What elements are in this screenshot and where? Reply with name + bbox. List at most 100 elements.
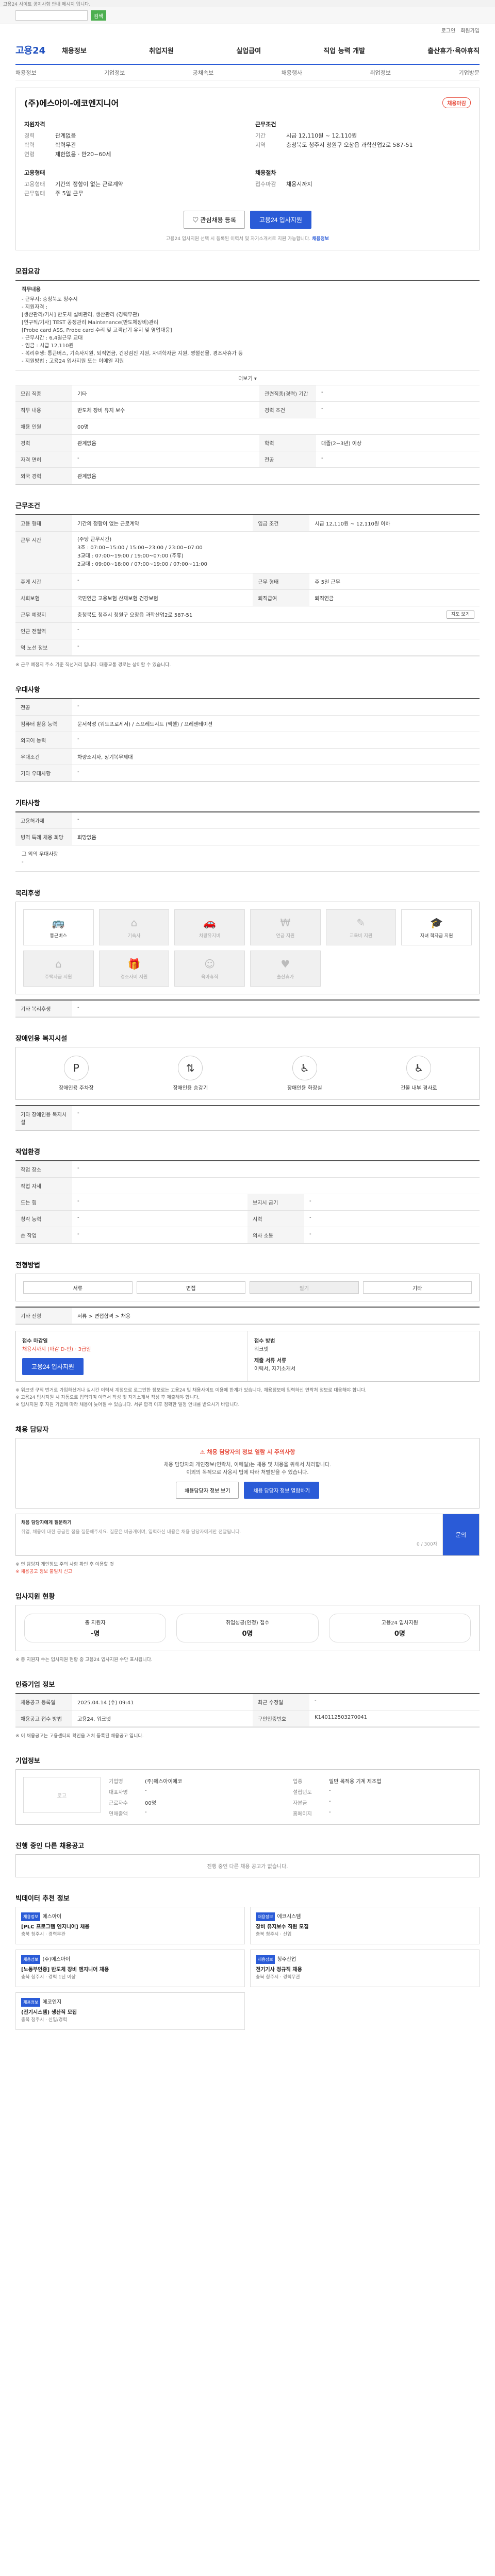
section-title: 인증기업 정보 xyxy=(15,1681,55,1689)
apply-value: 채용시까지 (마감 D-인) · 3급일 xyxy=(22,1347,91,1352)
desc-line: [Probe card ASS, Probe card 수리 및 고객납기 유지… xyxy=(22,328,172,333)
company-info-box: 로고 기업명 (주)에스아이에코 업종 일반 목적용 기계 제조업 대표자명 - 설립년도… xyxy=(15,1769,480,1825)
rec-tag: 채용정보 xyxy=(21,1955,41,1964)
table-row: 휴게 시간 - 근무 형태 주 5일 근무 xyxy=(15,573,480,590)
sub-nav-item[interactable]: 채용정보 xyxy=(15,69,36,77)
login-link[interactable]: 로그인 xyxy=(441,26,456,34)
row-key: 전공 xyxy=(259,451,317,468)
note-line: ※ 워크넷 구직 번거로 가입하셨거나 실시간 이력서 계정으로 로그인한 정보… xyxy=(15,1388,367,1393)
recommend-card[interactable]: 채용정보 (주)에스아이 [노동부인증] 반도체 장비 엔지니어 채용 충북 청주시 … xyxy=(15,1950,245,1987)
welfare-label: 기숙사 xyxy=(127,933,141,939)
header: 고용24 채용정보 취업지원 실업급여 직업 능력 개발 출산휴가·육아휴직 xyxy=(15,36,480,65)
info-value: 일반 목적용 기계 제조업 xyxy=(329,1779,382,1785)
row-key: 전공 xyxy=(15,699,72,716)
apply-button[interactable]: 고용24 입사지원 xyxy=(250,211,311,229)
section-title: 채용 담당자 xyxy=(15,1426,49,1434)
welfare-label: 경조사비 지원 xyxy=(120,974,148,980)
disability-grid: P 장애인용 주차장 ⇅ 장애인용 승강기 ♿ 장애인용 화장실 ♿ 건물 내부 경사로 xyxy=(15,1047,480,1100)
restroom-icon: ♿ xyxy=(292,1056,317,1080)
nav-item[interactable]: 출산휴가·육아휴직 xyxy=(427,45,480,55)
row-key: 채용공고 접수 방법 xyxy=(15,1710,72,1727)
report-link[interactable]: ※ 채용공고 정보 불일치 신고 xyxy=(15,1568,480,1575)
recommend-card[interactable]: 채용정보 에코엔지 (전기시스템) 생산직 모집 충북 청주시 · 신입/경력 xyxy=(15,1992,245,2030)
search-input[interactable] xyxy=(15,10,88,21)
submit-label: 제출 서류 서류 xyxy=(254,1358,287,1364)
table-row: 사회보험 국민연금 고용보험 산재보험 건강보험 퇴직급여 퇴직연금 xyxy=(15,589,480,606)
section-title: 빅데이터 추천 정보 xyxy=(15,1895,70,1903)
row-value: 기간의 정함이 없는 근로계약 xyxy=(72,515,253,532)
nav-item[interactable]: 취업지원 xyxy=(149,45,174,55)
section-title: 작업환경 xyxy=(15,1148,40,1156)
interest-button[interactable]: ♡ 관심채용 등록 xyxy=(184,211,245,229)
table-row: 기타 우대사항 - xyxy=(15,765,480,782)
search-button[interactable]: 검색 xyxy=(91,10,106,21)
sub-nav-item[interactable]: 기업방문 xyxy=(458,69,479,77)
nav-item[interactable]: 채용정보 xyxy=(62,45,87,55)
row-key: 고용허가제 xyxy=(15,812,72,829)
logo[interactable]: 고용24 xyxy=(15,43,62,57)
section-title: 우대사항 xyxy=(15,686,40,694)
warn-line: 채용 담당자의 개인정보(연락처, 이메일)는 채용 및 채용을 위해서 처리합… xyxy=(163,1462,332,1468)
info-value: - xyxy=(145,1788,147,1793)
notice-text: 고용24 사이트 공지사항 안내 메시지 입니다. xyxy=(3,2,91,7)
recommend-card[interactable]: 채용정보 에스아이 [PLC 프로그램 엔지니어] 채용 충북 청주시 · 경력무관 xyxy=(15,1907,245,1944)
recommend-card[interactable]: 채용정보 청주산업 전기기사 정규직 채용 충북 청주시 · 경력무관 xyxy=(250,1950,480,1987)
welfare-label: 육아휴직 xyxy=(201,974,219,980)
recommend-card[interactable]: 채용정보 에코시스템 장비 유지보수 직원 모집 충북 청주시 · 신입 xyxy=(250,1907,480,1944)
view-contact-button[interactable]: 채용담당자 정보 보기 xyxy=(176,1482,239,1499)
rec-meta: 충북 청주시 · 신입 xyxy=(256,1932,292,1937)
sub-nav-item[interactable]: 채용행사 xyxy=(282,69,302,77)
parking-icon: P xyxy=(63,1056,89,1080)
rec-title: 전기기사 정규직 채용 xyxy=(256,1967,302,1973)
info-key: 자본금 xyxy=(293,1801,307,1806)
welfare-item: ⌂ 기숙사 xyxy=(98,909,170,945)
apply-button-secondary[interactable]: 고용24 입사지원 xyxy=(22,1358,84,1375)
row-value: 관계없음 xyxy=(72,434,260,451)
sub-nav-item[interactable]: 기업정보 xyxy=(104,69,125,77)
more-label: 더보기 xyxy=(238,376,253,382)
apply-label: 접수 마감일 xyxy=(22,1338,48,1344)
table-row: 청각 능력 - 시력 - xyxy=(15,1210,480,1227)
nav-item[interactable]: 실업급여 xyxy=(236,45,261,55)
process-step: 서류 xyxy=(23,1281,133,1294)
desc-line: - 지원자격 : xyxy=(22,304,48,310)
more-button[interactable]: 더보기 ▾ xyxy=(15,371,480,385)
info-value: - xyxy=(329,1809,331,1815)
manage-table: 채용공고 등록일 2025.04.14 (수) 09:41 최근 수정일 - 채용공고… xyxy=(15,1694,480,1727)
info-value: (주)에스아이에코 xyxy=(145,1779,183,1785)
table-row: 작업 자세 xyxy=(15,1177,480,1194)
desc-line: 직무내용 xyxy=(22,287,41,293)
table-row: 컴퓨터 활용 능력 문서작성 (워드프로세서) / 스프레드시트 (엑셀) / 프… xyxy=(15,715,480,732)
sub-nav-item[interactable]: 취업정보 xyxy=(370,69,391,77)
signup-link[interactable]: 회원가입 xyxy=(460,26,480,34)
apply-note-link[interactable]: 채용정보 xyxy=(312,236,329,242)
welfare-label: 자녀 학자금 지원 xyxy=(420,933,453,939)
map-button[interactable]: 지도 보기 xyxy=(447,611,474,619)
nav-item[interactable]: 직업 능력 개발 xyxy=(323,45,365,55)
row-value: 퇴직연금 xyxy=(309,589,480,606)
disability-item: ⇅ 장애인용 승강기 xyxy=(139,1056,243,1091)
desc-line: - 복리후생: 통근버스, 기숙사지원, 퇴직연금, 건강검진 지원, 자녀학자… xyxy=(22,351,243,357)
row-value: 00명 xyxy=(72,418,480,435)
qa-input[interactable]: 채용 담당자에게 질문하기 취업, 채용에 대한 궁금한 점을 질문해주세요. … xyxy=(16,1514,443,1555)
desc-line: [생산관리/기사] 반도체 설비관리, 생산관리 (경력무관) xyxy=(22,312,140,318)
others-empty: 진행 중인 다른 채용 공고가 없습니다. xyxy=(15,1854,480,1877)
summary-key: 연령 xyxy=(24,151,35,158)
sub-nav-item[interactable]: 공채속보 xyxy=(193,69,213,77)
row-key: 역 노선 정보 xyxy=(15,639,72,656)
work-note: ※ 근무 예정지 주소 기준 직선거리 입니다. 대중교통 경로는 상이할 수 … xyxy=(15,663,171,668)
row-key: 사회보험 xyxy=(15,589,72,606)
qa-submit-button[interactable]: 문의 xyxy=(443,1514,479,1555)
row-key: 작업 장소 xyxy=(15,1161,72,1178)
table-row: 인근 전철역 - xyxy=(15,622,480,639)
section-title: 근무조건 xyxy=(15,502,40,510)
grad-cap-icon: 🎓 xyxy=(430,916,443,929)
table-row: 모집 직종 기타 관련직종(경력) 기간 - xyxy=(15,385,480,402)
method-label: 접수 방법 xyxy=(254,1338,275,1344)
confirm-contact-button[interactable]: 채용 담당자 정보 열람하기 xyxy=(244,1482,319,1499)
stat-label: 총 지원자 xyxy=(85,1620,106,1626)
table-row: 드는 힘 - 보지시 굽기 - xyxy=(15,1194,480,1211)
prefer-box: 전공 - 컴퓨터 활용 능력 문서작성 (워드프로세서) / 스프레드시트 (엑셀)… xyxy=(15,698,480,782)
row-key: 퇴직급여 xyxy=(253,589,310,606)
row-key: 모집 직종 xyxy=(15,385,72,402)
